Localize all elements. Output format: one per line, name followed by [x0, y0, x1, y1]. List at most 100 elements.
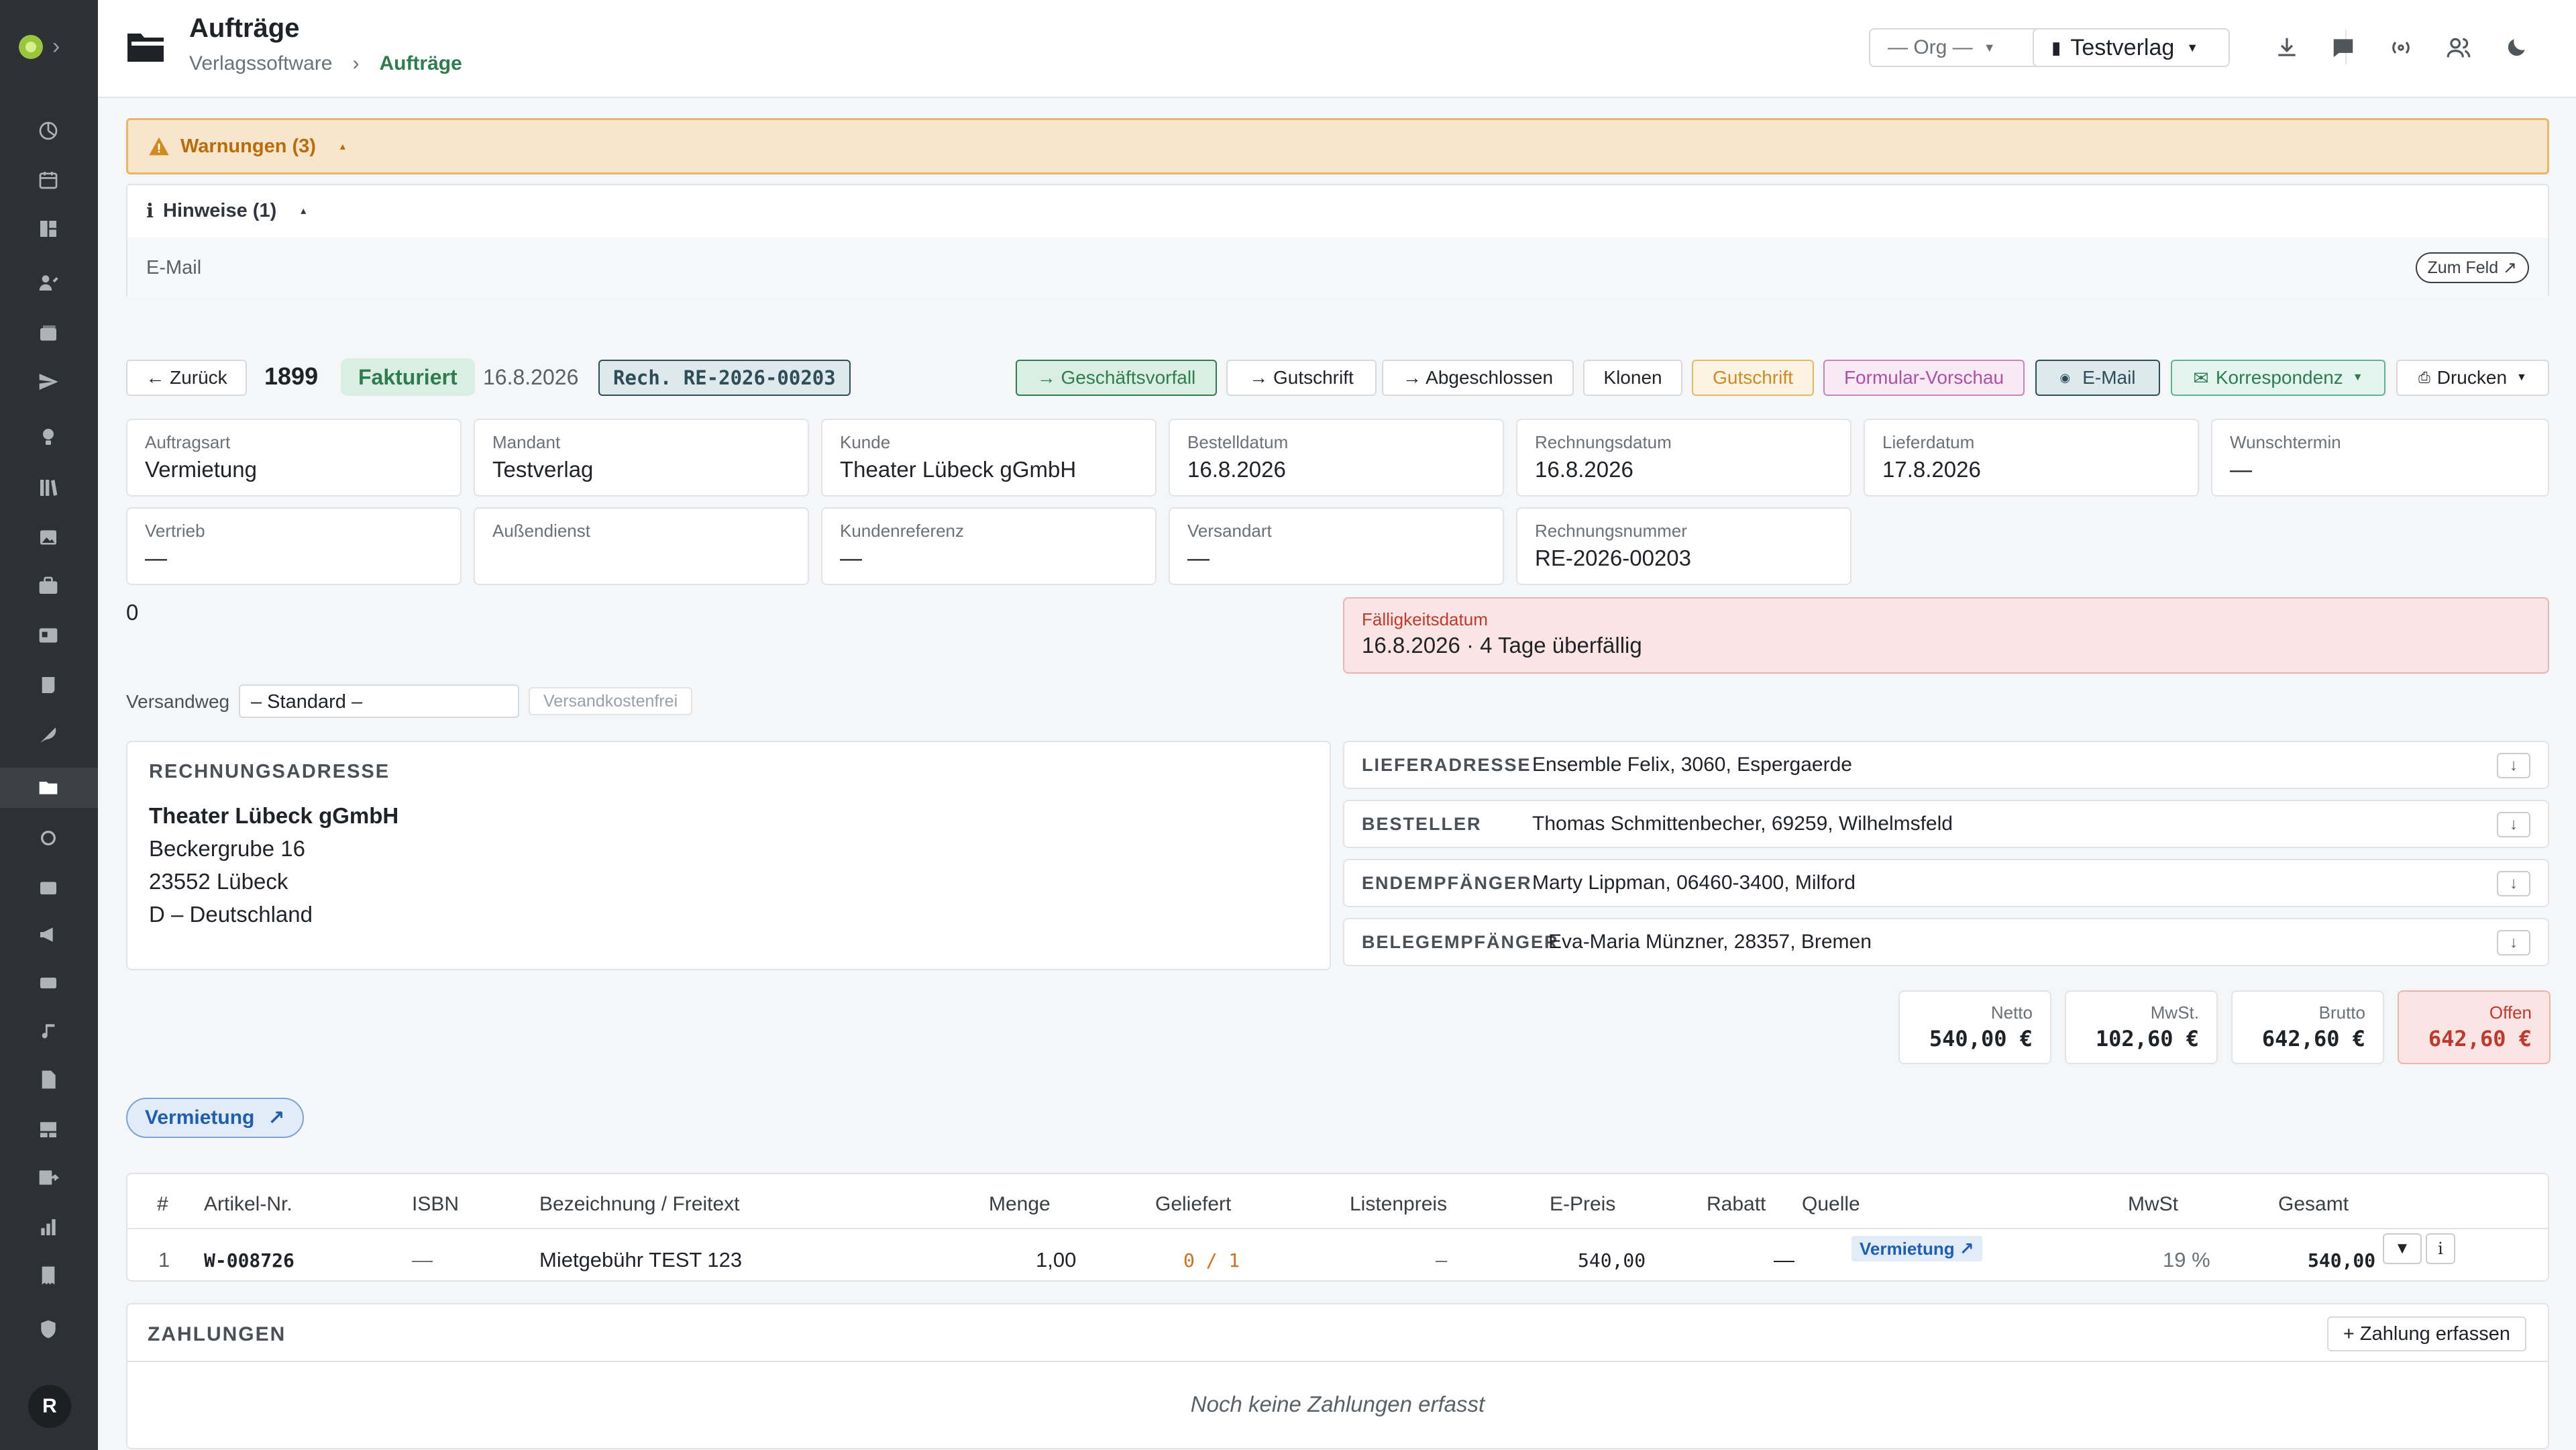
hints-header[interactable]: i Hinweise (1) ▴: [127, 185, 2548, 236]
total-vat: MwSt. 102,60 €: [2065, 990, 2218, 1064]
col-header: #: [157, 1193, 168, 1215]
field-delivery-date[interactable]: Lieferdatum 17.8.2026: [1864, 419, 2199, 497]
clone-button[interactable]: Klonen: [1583, 360, 1682, 396]
briefcase-icon[interactable]: [37, 574, 60, 597]
row-info-button[interactable]: i: [2426, 1233, 2455, 1264]
record-icon: ◉: [2059, 370, 2071, 384]
total-gross-value: 642,60 €: [2261, 1026, 2365, 1051]
free-shipping-toggle[interactable]: Versandkostenfrei: [529, 687, 693, 715]
back-button[interactable]: ← Zurück: [126, 360, 247, 396]
circle-icon[interactable]: [37, 827, 60, 849]
field-value: Vermietung: [145, 457, 257, 482]
row-unit-price[interactable]: 540,00: [1578, 1249, 1646, 1272]
field-shipping-method[interactable]: Versandart —: [1169, 507, 1504, 585]
email-button[interactable]: ◉ E-Mail: [2035, 360, 2160, 396]
billing-address-card[interactable]: RECHNUNGSADRESSE Theater Lübeck gGmbH Be…: [126, 741, 1331, 970]
export-icon[interactable]: [37, 1166, 60, 1189]
megaphone-icon[interactable]: [37, 923, 60, 946]
address-row-orderer[interactable]: BESTELLER Thomas Schmittenbecher, 69259, …: [1343, 800, 2549, 848]
col-header: E-Preis: [1550, 1193, 1616, 1215]
ticket-icon[interactable]: [37, 972, 60, 994]
row-description[interactable]: Mietgebühr TEST 123: [539, 1248, 742, 1272]
row-discount[interactable]: —: [1774, 1248, 1794, 1272]
receipt-icon[interactable]: [37, 1264, 60, 1287]
address-row-delivery[interactable]: LIEFERADRESSE Ensemble Felix, 3060, Esper…: [1343, 741, 2549, 789]
bag-icon[interactable]: [37, 875, 60, 898]
field-customer[interactable]: Kunde Theater Lübeck gGmbH: [821, 419, 1157, 497]
music-icon[interactable]: [37, 1020, 60, 1043]
field-tenant[interactable]: Mandant Testverlag: [474, 419, 809, 497]
chat-icon[interactable]: [2328, 32, 2359, 63]
credit-note-button[interactable]: Gutschrift: [1692, 360, 1814, 396]
order-type-pill[interactable]: Vermietung ↗: [126, 1098, 304, 1138]
total-open-label: Offen: [2489, 1002, 2532, 1023]
field-value: —: [2230, 457, 2252, 482]
broadcast-icon[interactable]: [2385, 32, 2416, 63]
field-invoice-number[interactable]: Rechnungsnummer RE-2026-00203: [1516, 507, 1851, 585]
print-button[interactable]: ⎙ Drucken ▼: [2396, 360, 2549, 396]
field-desired-date[interactable]: Wunschtermin —: [2211, 419, 2549, 497]
arrow-down-icon[interactable]: ↓: [2497, 871, 2530, 896]
orders-icon[interactable]: [37, 776, 60, 798]
field-customer-reference[interactable]: Kundenreferenz —: [821, 507, 1157, 585]
business-case-button[interactable]: → Geschäftsvorfall: [1016, 360, 1217, 396]
field-order-type[interactable]: Auftragsart Vermietung: [126, 419, 462, 497]
download-icon[interactable]: [2271, 32, 2302, 63]
completed-transition-button[interactable]: → Abgeschlossen: [1382, 360, 1574, 396]
row-source-pill[interactable]: Vermietung ↗: [1851, 1236, 1982, 1261]
document-icon[interactable]: [37, 1068, 60, 1091]
breadcrumb-current[interactable]: Aufträge: [379, 52, 462, 75]
moon-icon[interactable]: [2501, 32, 2532, 63]
feather-icon[interactable]: [37, 723, 60, 746]
app-logo[interactable]: [19, 35, 43, 59]
due-date-card[interactable]: Fälligkeitsdatum 16.8.2026 · 4 Tage über…: [1343, 597, 2549, 674]
chevron-down-icon: ▼: [2186, 40, 2199, 54]
library-icon[interactable]: [37, 476, 60, 499]
invoice-reference-badge[interactable]: Rech. RE-2026-00203: [598, 360, 851, 396]
sidebar-expand-icon[interactable]: ›: [52, 34, 60, 60]
shield-icon[interactable]: [37, 1318, 60, 1341]
calendar-icon[interactable]: [37, 168, 60, 191]
add-payment-button[interactable]: + Zahlung erfassen: [2326, 1316, 2526, 1351]
arrow-down-icon[interactable]: ↓: [2497, 753, 2530, 778]
tenant-select[interactable]: ▮ Testverlag ▼: [2033, 28, 2230, 67]
form-preview-button[interactable]: Formular-Vorschau: [1823, 360, 2025, 396]
inbox-icon[interactable]: [37, 322, 60, 345]
board-icon[interactable]: [37, 217, 60, 240]
warehouse-icon[interactable]: [37, 1118, 60, 1141]
breadcrumb-root[interactable]: Verlagssoftware: [189, 52, 332, 75]
user-edit-icon[interactable]: [37, 271, 60, 294]
field-invoice-date[interactable]: Rechnungsdatum 16.8.2026: [1516, 419, 1851, 497]
col-header: Artikel-Nr.: [204, 1193, 292, 1215]
shipping-route-select[interactable]: – Standard –: [239, 684, 519, 718]
image-icon[interactable]: [37, 526, 60, 549]
address-row-document-recipient[interactable]: BELEGEMPFÄNGER Eva-Maria Münzner, 28357, …: [1343, 918, 2549, 966]
send-icon[interactable]: [37, 370, 60, 393]
credit-note-transition-button[interactable]: → Gutschrift: [1226, 360, 1377, 396]
arrow-down-icon[interactable]: ↓: [2497, 930, 2530, 955]
col-header: Quelle: [1802, 1193, 1860, 1215]
tenant-select-value: Testverlag: [2070, 34, 2175, 60]
total-gross-label: Brutto: [2318, 1002, 2365, 1023]
arrow-down-icon[interactable]: ↓: [2497, 812, 2530, 837]
card-icon[interactable]: [37, 624, 60, 647]
warnings-bar[interactable]: Warnungen (3) ▴: [126, 118, 2549, 174]
row-expand-button[interactable]: ▼: [2383, 1233, 2422, 1264]
chart-icon[interactable]: [37, 1216, 60, 1239]
building-icon: ▮: [2051, 37, 2061, 58]
goto-field-button[interactable]: Zum Feld ↗: [2415, 252, 2529, 283]
lightbulb-icon[interactable]: [37, 425, 60, 448]
address-row-end-recipient[interactable]: ENDEMPFÄNGER Marty Lippman, 06460-3400, M…: [1343, 859, 2549, 907]
scroll-icon[interactable]: [37, 674, 60, 696]
top-header: Aufträge Verlagssoftware › Aufträge — Or…: [98, 0, 2576, 98]
user-avatar[interactable]: R: [28, 1385, 71, 1428]
users-icon[interactable]: [2443, 32, 2474, 63]
field-field-service[interactable]: Außendienst: [474, 507, 809, 585]
field-order-date[interactable]: Bestelldatum 16.8.2026: [1169, 419, 1504, 497]
dashboard-icon[interactable]: [37, 119, 60, 142]
warnings-label: Warnungen (3): [180, 135, 316, 157]
correspondence-button[interactable]: ✉ Korrespondenz ▼: [2171, 360, 2385, 396]
row-article[interactable]: W-008726: [204, 1249, 294, 1272]
field-sales[interactable]: Vertrieb —: [126, 507, 462, 585]
row-quantity[interactable]: 1,00: [1036, 1248, 1076, 1272]
